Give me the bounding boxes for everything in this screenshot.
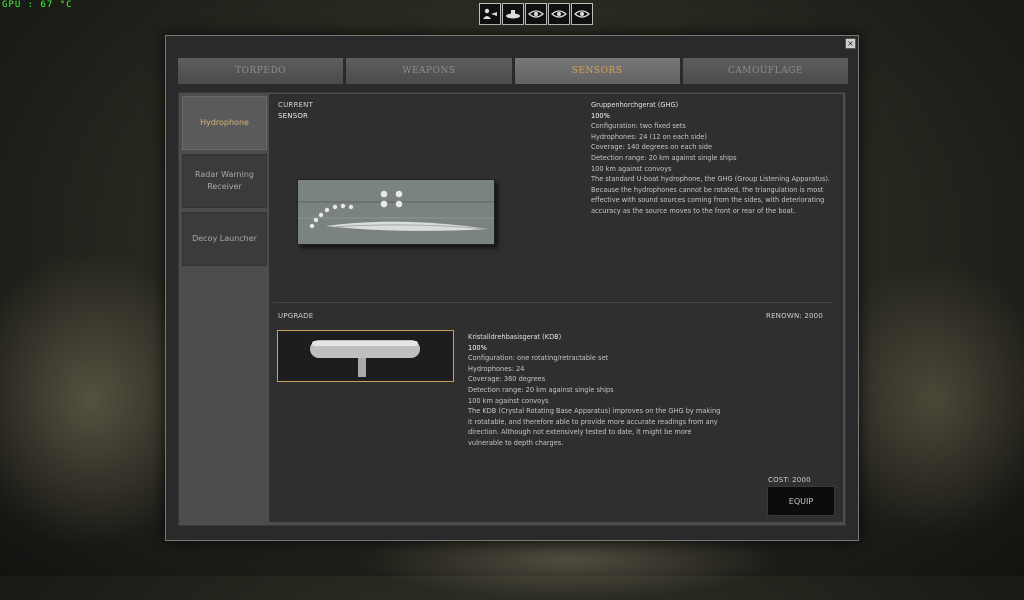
current-sensor-line: Detection range: 20 km against single sh… (591, 153, 737, 162)
upgrade-sensor-image[interactable] (277, 330, 454, 382)
close-button[interactable]: × (845, 38, 856, 49)
tab-sensors[interactable]: SENSORS (514, 58, 680, 84)
tab-weapons[interactable]: WEAPONS (346, 58, 512, 84)
observation-view-button[interactable] (548, 3, 570, 25)
upgrade-sensor-line: Detection range: 20 km against single sh… (468, 385, 614, 394)
eye-icon (528, 10, 544, 18)
upgrade-cost: COST: 2000 (768, 476, 811, 484)
tab-content-panel: Hydrophone Radar Warning Receiver Decoy … (178, 92, 846, 526)
tab-camouflage[interactable]: CAMOUFLAGE (682, 58, 848, 84)
crew-button[interactable] (479, 3, 501, 25)
sidebar-item-radar-warning-receiver[interactable]: Radar Warning Receiver (182, 154, 267, 208)
upgrade-sensor-line: direction. Although not extensively test… (468, 428, 692, 437)
external-view-button[interactable] (571, 3, 593, 25)
gpu-temperature-readout: GPU : 67 °C (2, 0, 73, 10)
submarine-button[interactable] (502, 3, 524, 25)
tab-torpedo[interactable]: TORPEDO (178, 58, 344, 84)
crew-icon (483, 8, 497, 19)
sensor-details: CURRENT SENSOR Gruppenhorchgerat (GHG) 1… (269, 94, 843, 522)
periscope-view-button[interactable] (525, 3, 547, 25)
upgrade-sensor-line: vulnerable to depth charges. (468, 438, 564, 447)
upgrade-sensor-line: 100 km against convoys (468, 396, 549, 405)
current-sensor-label: SENSOR (278, 112, 309, 120)
category-tabs: TORPEDO WEAPONS SENSORS CAMOUFLAGE (178, 58, 848, 84)
upgrade-sensor-name: Kristalldrehbasisgerat (KDB) (468, 333, 562, 341)
upgrade-sensor-line: Coverage: 360 degrees (468, 375, 546, 384)
section-divider (273, 302, 833, 303)
current-sensor-description: Gruppenhorchgerat (GHG) 100% Configurati… (591, 100, 836, 217)
upgrade-sensor-line: it rotatable, and therefore able to prov… (468, 417, 718, 426)
renown-requirement: RENOWN: 2000 (766, 312, 823, 320)
upgrade-sensor-condition: 100% (468, 343, 487, 352)
sensor-category-list: Hydrophone Radar Warning Receiver Decoy … (182, 96, 267, 270)
current-sensor-line: Configuration: two fixed sets (591, 122, 686, 131)
submarine-icon (506, 10, 520, 19)
current-sensor-image (297, 179, 495, 245)
current-sensor-line: 100 km against convoys (591, 164, 672, 173)
hydrophone-array-image (298, 180, 494, 244)
current-sensor-line: Coverage: 140 degrees on each side (591, 143, 713, 152)
current-sensor-line: Because the hydrophones cannot be rotate… (591, 185, 824, 194)
current-sensor-line: The standard U-boat hydrophone, the GHG … (591, 175, 831, 184)
top-toolbar (479, 3, 593, 25)
upgrade-sensor-description: Kristalldrehbasisgerat (KDB) 100% Config… (468, 332, 738, 449)
current-sensor-line: accuracy as the source moves to the fron… (591, 206, 796, 215)
upgrade-sensor-line: Configuration: one rotating/retractable … (468, 354, 609, 363)
equip-button[interactable]: EQUIP (767, 486, 835, 516)
sidebar-item-decoy-launcher[interactable]: Decoy Launcher (182, 212, 267, 266)
eye-icon (574, 10, 590, 18)
current-sensor-condition: 100% (591, 111, 610, 120)
upgrade-label: UPGRADE (278, 312, 314, 320)
sidebar-item-hydrophone[interactable]: Hydrophone (182, 96, 267, 150)
current-label: CURRENT (278, 101, 314, 109)
current-sensor-line: Hydrophones: 24 (12 on each side) (591, 132, 707, 141)
kdb-hydrophone-image (278, 331, 453, 381)
upgrade-sensor-line: Hydrophones: 24 (468, 364, 525, 373)
eye-icon (551, 10, 567, 18)
upgrade-sensor-line: The KDB (Crystal Rotating Base Apparatus… (468, 407, 721, 416)
close-icon: × (847, 39, 854, 48)
current-sensor-line: effective with sound sources coming from… (591, 196, 825, 205)
upgrade-dialog: × TORPEDO WEAPONS SENSORS CAMOUFLAGE Hyd… (165, 35, 859, 541)
current-sensor-name: Gruppenhorchgerat (GHG) (591, 101, 679, 109)
